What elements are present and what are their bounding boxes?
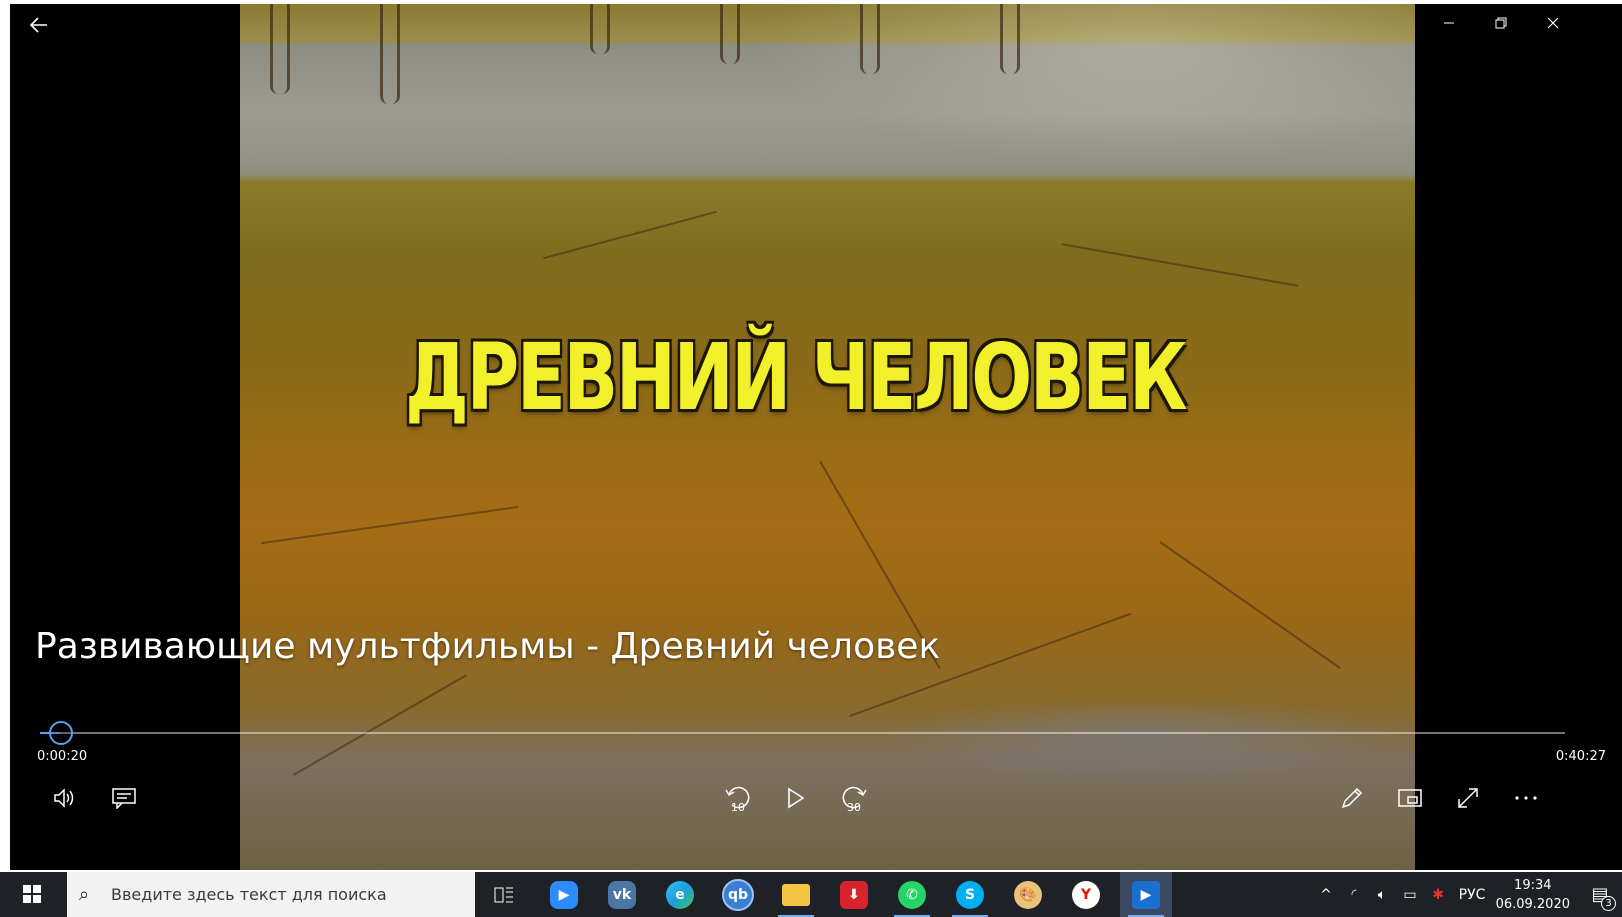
- download-icon: ⬇: [840, 880, 868, 909]
- minimize-icon: [1444, 22, 1454, 24]
- volume-icon[interactable]: 🔈︎: [1368, 887, 1396, 903]
- current-time: 0:00:20: [37, 749, 88, 764]
- crack-line: [292, 674, 468, 776]
- subtitles-icon: [112, 788, 136, 809]
- fullscreen-button[interactable]: [1448, 780, 1488, 816]
- edge-app[interactable]: e: [654, 872, 706, 917]
- antivirus-icon[interactable]: ✱: [1424, 887, 1452, 903]
- seek-bar[interactable]: [40, 721, 1565, 745]
- windows-logo-icon: [33, 895, 41, 903]
- skip-forward-label: 30: [847, 801, 861, 814]
- battery-icon[interactable]: ▭: [1396, 887, 1424, 903]
- whatsapp-icon: ✆: [898, 880, 926, 909]
- zoom-icon: ▶: [550, 880, 578, 909]
- edit-button[interactable]: [1332, 780, 1372, 816]
- yandex-browser-app[interactable]: Y: [1060, 872, 1112, 917]
- close-icon: [1547, 17, 1559, 29]
- notification-count: 3: [1601, 896, 1616, 911]
- clock[interactable]: 19:34 06.09.2020: [1496, 876, 1570, 914]
- palette-icon: 🎨: [1014, 880, 1042, 909]
- play-button[interactable]: [776, 780, 816, 816]
- drawing-figure: [270, 4, 290, 94]
- task-view-icon: [494, 887, 513, 902]
- back-button[interactable]: [24, 10, 54, 40]
- mini-view-icon: [1398, 789, 1422, 807]
- media-player-window: ДРЕВНИЙ ЧЕЛОВЕК Развивающие мультфильмы …: [10, 4, 1622, 870]
- restore-icon: [1495, 17, 1507, 29]
- clock-time: 19:34: [1514, 878, 1552, 893]
- fullscreen-icon: [1458, 788, 1478, 808]
- system-tray: ^ ◜ 🔈︎ ▭ ✱ РУС: [1312, 872, 1492, 917]
- start-button[interactable]: [20, 880, 50, 910]
- drawing-figure: [720, 4, 740, 64]
- subtitles-button[interactable]: [104, 780, 144, 816]
- search-input[interactable]: [109, 884, 453, 905]
- skype-app[interactable]: S: [944, 872, 996, 917]
- language-indicator[interactable]: РУС: [1452, 887, 1492, 903]
- crack-line: [1159, 541, 1341, 669]
- volume-button[interactable]: [46, 780, 86, 816]
- background-texture: [880, 694, 1400, 784]
- file-explorer-app[interactable]: [770, 872, 822, 917]
- taskbar: ⌕ ▶ vk e qb ⬇ ✆ S 🎨 Y ▶ ^ ◜ 🔈︎ ▭ ✱ РУС 1…: [0, 872, 1622, 917]
- video-overlay-title: ДРЕВНИЙ ЧЕЛОВЕК: [405, 324, 1188, 431]
- zoom-app[interactable]: ▶: [538, 872, 590, 917]
- downloader-app[interactable]: ⬇: [828, 872, 880, 917]
- task-view-button[interactable]: [478, 872, 530, 917]
- total-time: 0:40:27: [1555, 749, 1606, 764]
- crack-line: [1061, 243, 1299, 287]
- movies-tv-icon: ▶: [1132, 880, 1160, 909]
- drawing-figure: [860, 4, 880, 74]
- qbittorrent-app[interactable]: qb: [712, 872, 764, 917]
- folder-icon: [782, 883, 810, 906]
- pencil-icon: [1341, 787, 1363, 809]
- skip-forward-button[interactable]: 30: [834, 780, 874, 816]
- minimize-button[interactable]: [1426, 8, 1472, 38]
- windows-logo-icon: [33, 885, 41, 893]
- notifications-button[interactable]: ▤ 3: [1582, 872, 1618, 917]
- wifi-icon[interactable]: ◜: [1340, 887, 1368, 902]
- drawing-figure: [1000, 4, 1020, 74]
- qbittorrent-icon: qb: [722, 878, 754, 911]
- search-icon: ⌕: [79, 884, 90, 905]
- more-icon: [1515, 796, 1537, 800]
- more-options-button[interactable]: [1506, 780, 1546, 816]
- media-title: Развивающие мультфильмы - Древний челове…: [35, 626, 941, 667]
- seek-thumb[interactable]: [49, 721, 73, 745]
- chevron-up-icon[interactable]: ^: [1312, 887, 1340, 903]
- skype-icon: S: [956, 880, 984, 909]
- drawing-figure: [380, 4, 400, 104]
- skip-back-label: 10: [731, 801, 745, 814]
- whatsapp-app[interactable]: ✆: [886, 872, 938, 917]
- arrow-left-icon: [30, 17, 47, 33]
- edge-icon: e: [666, 880, 694, 909]
- vk-app[interactable]: vk: [596, 872, 648, 917]
- movies-tv-app[interactable]: ▶: [1120, 872, 1172, 917]
- yandex-icon: Y: [1072, 880, 1100, 909]
- clock-date: 06.09.2020: [1495, 897, 1570, 912]
- drawing-figure: [590, 4, 610, 54]
- crack-line: [261, 505, 519, 545]
- crack-line: [542, 210, 718, 260]
- paint-app[interactable]: 🎨: [1002, 872, 1054, 917]
- skip-back-button[interactable]: 10: [718, 780, 758, 816]
- taskbar-search[interactable]: ⌕: [67, 872, 475, 917]
- mini-view-button[interactable]: [1390, 780, 1430, 816]
- video-frame[interactable]: [240, 4, 1415, 870]
- vk-icon: vk: [608, 880, 636, 909]
- close-button[interactable]: [1530, 8, 1576, 38]
- volume-icon: [54, 788, 74, 808]
- play-icon: [788, 787, 805, 809]
- windows-logo-icon: [23, 895, 31, 903]
- windows-logo-icon: [23, 885, 31, 893]
- restore-button[interactable]: [1478, 8, 1524, 38]
